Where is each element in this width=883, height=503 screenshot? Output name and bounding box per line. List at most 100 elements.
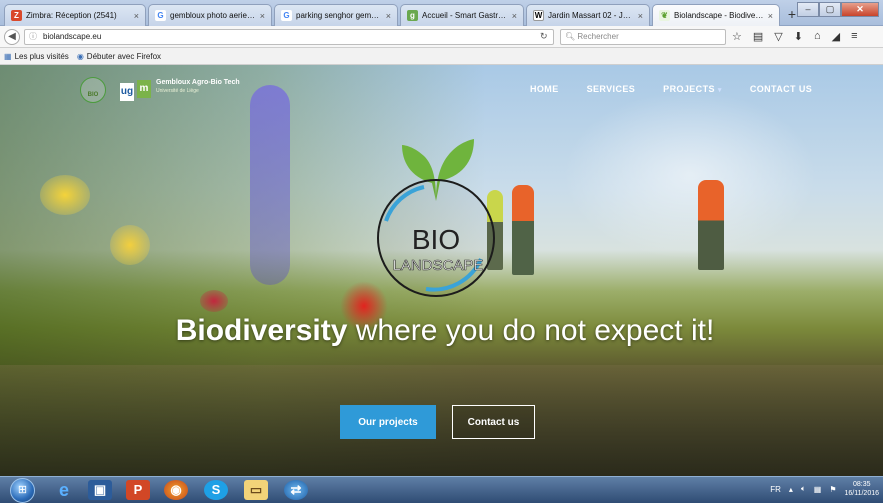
page-content: BIO ug m Gembloux Agro-Bio Tech Universi… [0,65,883,476]
clock-date: 16/11/2016 [844,490,879,497]
action-center-icon[interactable]: ⚑ [829,485,836,494]
tab-strip: Z Zimbra: Réception (2541) × G gembloux … [0,0,883,26]
tab-label: Jardin Massart 02 - Jardi... [548,11,634,20]
gembloux-title: Gembloux Agro-Bio Tech Université de Liè… [156,79,240,95]
tab-biolandscape[interactable]: ❦ Biolandscape - Biodiver... × [652,4,780,26]
nav-projects[interactable]: PROJECTS ▾ [663,84,722,94]
our-projects-button[interactable]: Our projects [340,405,436,439]
menu-icon[interactable]: ≡ [851,30,857,43]
contact-us-button[interactable]: Contact us [452,405,535,439]
download-icon[interactable]: ⬇ [794,30,803,43]
hero-heading: Biodiversity where you do not expect it! [160,316,730,346]
file-explorer-icon[interactable]: ▭ [244,480,268,500]
logo-word-bio: BIO [412,224,460,255]
logo-word-landscape: LANDSCAPE [393,257,484,274]
url-bar[interactable]: ⓘ biolandscape.eu [24,29,554,45]
biolandscape-icon: ❦ [659,10,670,21]
tab-label: Biolandscape - Biodiver... [674,11,764,20]
start-button[interactable]: ⊞ [10,478,35,503]
window-controls: – ▢ ✕ [797,2,879,17]
tab-close-icon[interactable]: × [768,11,773,21]
yellow-flowers-image [110,225,150,265]
reload-icon[interactable]: ↻ [540,31,548,42]
wikipedia-icon: W [533,10,544,21]
tab-label: gembloux photo aerien... [170,11,256,20]
info-icon[interactable]: ⓘ [29,32,37,41]
firefox-taskbar-icon[interactable]: ◉ [164,480,188,500]
powerpoint-icon[interactable]: P [126,480,150,500]
biolandscape-main-logo: BIO LANDSCAPE [377,139,495,297]
back-arrow-icon[interactable]: ◀ [4,29,20,45]
tab-jardin-massart[interactable]: W Jardin Massart 02 - Jardi... × [526,4,650,26]
url-text: biolandscape.eu [43,32,102,41]
nav-projects-label: PROJECTS [663,84,715,94]
site-navigation: HOME SERVICES PROJECTS ▾ CONTACT US [530,84,812,94]
maximize-button[interactable]: ▢ [819,2,841,17]
chevron-down-icon: ▾ [717,87,722,94]
tab-label: parking senghor gembl... [296,11,382,20]
gembloux-name: Gembloux Agro-Bio Tech [156,79,240,86]
gembloux-logo[interactable]: m [137,80,151,98]
gastro-icon: g [407,10,418,21]
tab-close-icon[interactable]: × [512,11,517,21]
minimize-button[interactable]: – [797,2,819,17]
nav-services[interactable]: SERVICES [587,84,636,94]
navigation-bar: ◀ ⓘ biolandscape.eu ↻ 🔍︎ Rechercher ☆ ▤ ▽… [0,26,883,48]
bookmark-star-icon[interactable]: ☆ [732,30,742,43]
volume-icon[interactable]: 🔈︎ [801,484,806,494]
hero-rest: where you do not expect it! [347,314,715,347]
tab-zimbra[interactable]: Z Zimbra: Réception (2541) × [4,4,146,26]
worker-figure-image [698,180,724,270]
biolandscape-small-logo[interactable]: BIO [80,77,106,103]
skype-icon[interactable]: S [204,480,228,500]
language-indicator[interactable]: FR [770,485,781,494]
yellow-flowers-image [40,175,90,215]
tab-parking-senghor[interactable]: G parking senghor gembl... × [274,4,398,26]
bookmark-most-visited[interactable]: ▦ Les plus visités [4,52,69,61]
nav-home[interactable]: HOME [530,84,559,94]
system-tray: FR ▴ 🔈︎ ▦ ⚑ 08:35 16/11/2016 [770,480,879,498]
firefox-icon: ◉ [76,51,84,61]
pocket-icon[interactable]: ▽ [774,30,782,43]
zimbra-icon: Z [11,10,22,21]
windows-taskbar: ⊞ e ▣ P ◉ S ▭ ⇄ FR ▴ 🔈︎ ▦ ⚑ 08:35 16/11/… [0,476,883,503]
network-icon[interactable]: ▦ [814,485,822,494]
ulg-logo[interactable]: ug [120,83,134,101]
tab-close-icon[interactable]: × [260,11,265,21]
clock-time: 08:35 [852,481,871,488]
google-icon: G [155,10,166,21]
reader-list-icon[interactable]: ▤ [753,30,763,43]
internet-explorer-icon[interactable]: e [52,480,76,500]
home-icon[interactable]: ⌂ [814,30,821,43]
worker-figure-image [512,185,534,275]
teamviewer-icon[interactable]: ⇄ [284,480,308,500]
tab-close-icon[interactable]: × [134,11,139,21]
tab-label: Zimbra: Réception (2541) [26,11,117,20]
logo-text: BIO [87,92,99,98]
bookmarks-bar: ▦ Les plus visités ◉ Débuter avec Firefox [0,48,883,65]
search-input[interactable]: 🔍︎ Rechercher [560,29,726,45]
close-window-button[interactable]: ✕ [841,2,879,17]
toolbar-icons: ☆ ▤ ▽ ⬇ ⌂ ◢ ≡ [732,30,858,43]
search-placeholder: Rechercher [577,32,619,41]
tab-close-icon[interactable]: × [386,11,391,21]
send-icon[interactable]: ◢ [832,30,840,43]
tab-smart-gastronomy[interactable]: g Accueil - Smart Gastron... × [400,4,524,26]
tab-label: Accueil - Smart Gastron... [422,11,508,20]
red-flower-image [200,290,228,312]
purple-flower-spike-image [250,85,290,285]
bookmark-label: Débuter avec Firefox [86,51,162,61]
google-icon: G [281,10,292,21]
bookmark-label: Les plus visités [14,51,69,61]
tab-gembloux-photo[interactable]: G gembloux photo aerien... × [148,4,272,26]
bookmark-getting-started[interactable]: ◉ Débuter avec Firefox [77,52,161,61]
media-center-icon[interactable]: ▣ [88,480,112,500]
clock[interactable]: 08:35 16/11/2016 [844,480,879,498]
tab-close-icon[interactable]: × [638,11,643,21]
search-icon: 🔍︎ [565,32,576,41]
bookmark-folder-icon: ▦ [4,51,12,61]
tray-expand-icon[interactable]: ▴ [789,485,793,494]
hero-emphasis: Biodiversity [175,314,348,347]
gembloux-university: Université de Liège [156,88,199,94]
nav-contact-us[interactable]: CONTACT US [750,84,812,94]
